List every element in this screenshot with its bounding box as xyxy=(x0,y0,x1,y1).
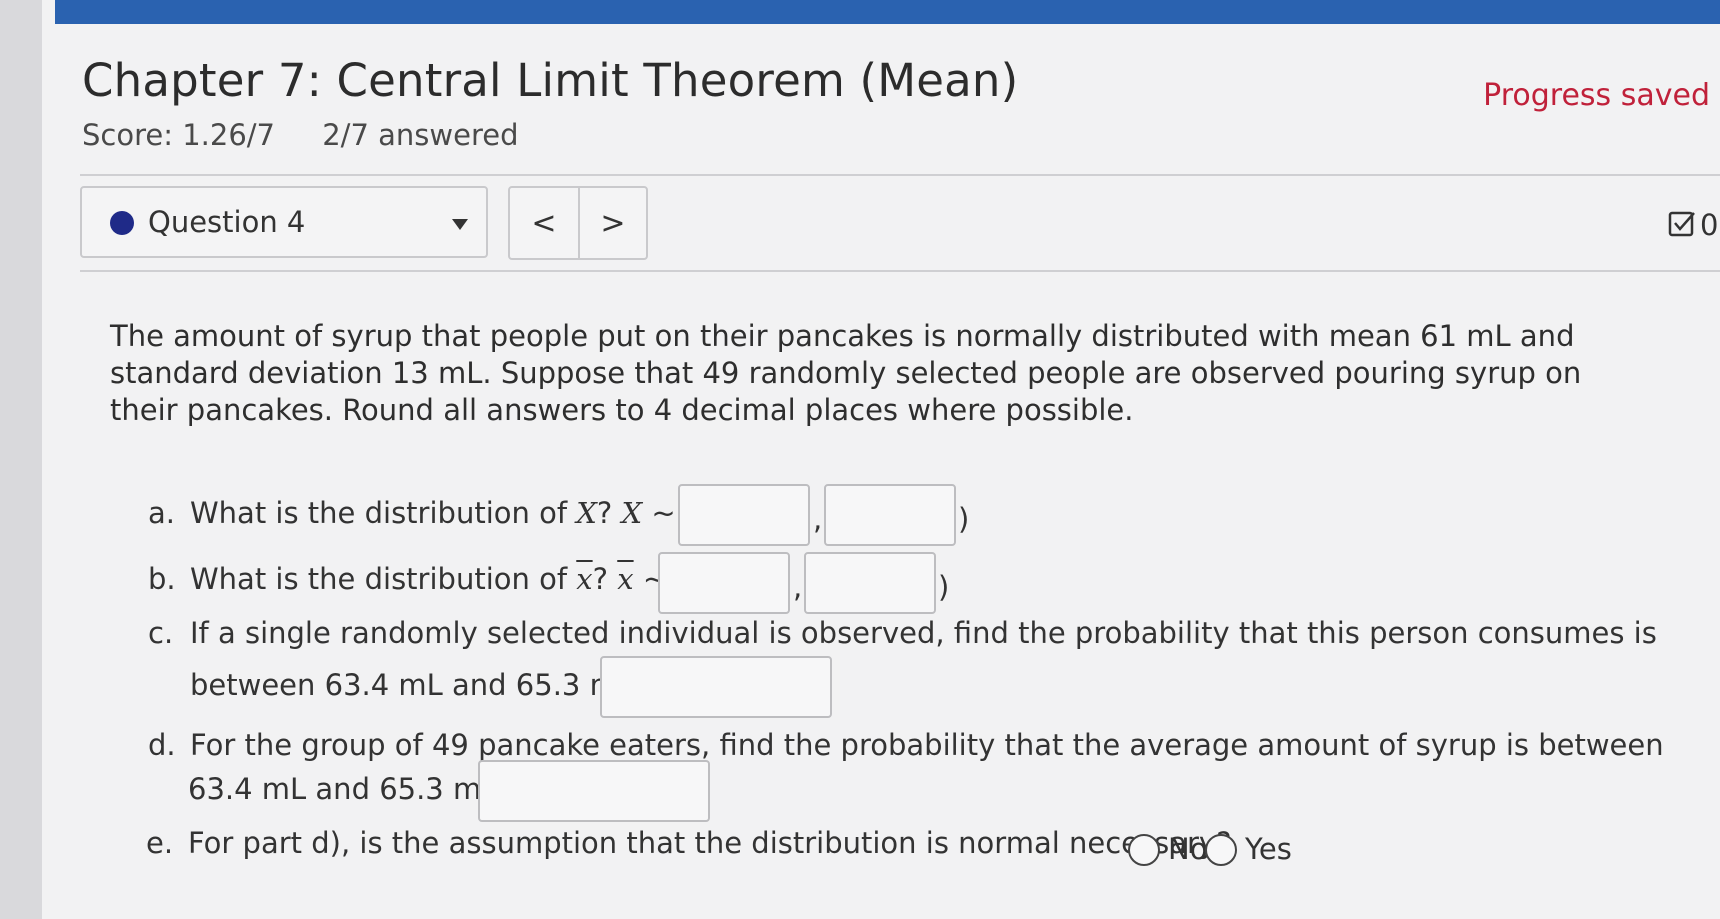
score-line: Score: 1.26/7 2/7 answered xyxy=(82,118,556,152)
part-b-var2-xbar: x xyxy=(617,562,634,596)
part-b-sd-input[interactable] xyxy=(804,552,936,614)
question-nav-buttons: < > xyxy=(508,186,648,260)
divider-top xyxy=(80,174,1720,176)
part-e-letter: e. xyxy=(146,826,174,860)
part-b-mean-input[interactable] xyxy=(658,552,790,614)
part-b-sd-field[interactable] xyxy=(806,554,934,612)
previous-question-button[interactable]: < xyxy=(510,188,580,258)
part-c: c. If a single randomly selected individu… xyxy=(148,616,1657,650)
part-c-answer-field[interactable] xyxy=(602,658,830,716)
chevron-right-icon: > xyxy=(600,205,626,241)
question-prompt: The amount of syrup that people put on t… xyxy=(110,319,1582,427)
part-b-text: What is the distribution of xyxy=(190,562,577,596)
next-question-button[interactable]: > xyxy=(579,188,647,258)
chevron-left-icon: < xyxy=(531,205,557,241)
part-d-line1: For the group of 49 pancake eaters, find… xyxy=(190,728,1664,762)
question-dropdown[interactable]: Question 4 xyxy=(80,186,488,258)
radio-no-label[interactable]: No xyxy=(1168,832,1207,866)
part-b: b.What is the distribution of x? x ~ N( xyxy=(148,562,709,596)
part-c-line1: If a single randomly selected individual… xyxy=(190,616,1657,650)
progress-status: Progress saved xyxy=(1483,78,1710,113)
part-d-letter: d. xyxy=(148,728,176,762)
divider-bottom xyxy=(80,270,1720,272)
part-e: e. For part d), is the assumption that th… xyxy=(146,826,1231,860)
radio-yes[interactable] xyxy=(1205,834,1237,866)
part-a-letter: a. xyxy=(148,496,175,530)
question-dropdown-label: Question 4 xyxy=(148,205,306,239)
answered-count: 2/7 answered xyxy=(322,118,519,152)
part-c-answer-input[interactable] xyxy=(600,656,832,718)
part-a-sd-field[interactable] xyxy=(826,486,954,544)
part-c-line2: between 63.4 mL and 65.3 mL. xyxy=(190,668,644,702)
radio-yes-label[interactable]: Yes xyxy=(1245,832,1292,866)
check-count: 0 xyxy=(1700,208,1719,242)
radio-no[interactable] xyxy=(1128,834,1160,866)
top-nav-bar xyxy=(55,0,1720,24)
part-a-comma: , xyxy=(813,502,823,536)
part-d-line2: 63.4 mL and 65.3 mL. xyxy=(188,772,507,806)
part-d-answer-field[interactable] xyxy=(480,762,708,820)
part-b-qmark: ? xyxy=(592,562,609,596)
part-a: a.What is the distribution of X? X ~ N( xyxy=(148,496,718,530)
part-a-var2: X xyxy=(621,496,643,530)
part-e-text: For part d), is the assumption that the … xyxy=(188,826,1232,860)
part-a-mean-field[interactable] xyxy=(680,486,808,544)
part-b-letter: b. xyxy=(148,562,176,596)
part-b-comma: , xyxy=(793,570,803,604)
part-b-close: ) xyxy=(938,570,950,604)
part-c-letter: c. xyxy=(148,616,174,650)
part-d: d. For the group of 49 pancake eaters, fi… xyxy=(148,728,1664,762)
score-text: Score: 1.26/7 xyxy=(82,118,276,152)
checkbox-check-icon[interactable] xyxy=(1668,210,1696,238)
part-a-sd-input[interactable] xyxy=(824,484,956,546)
part-a-mean-input[interactable] xyxy=(678,484,810,546)
caret-down-icon xyxy=(452,219,468,230)
question-status-dot-icon xyxy=(110,211,134,235)
part-a-close: ) xyxy=(958,502,970,536)
part-a-var: X xyxy=(576,496,597,530)
part-b-mean-field[interactable] xyxy=(660,554,788,612)
part-a-qmark: ? xyxy=(596,496,613,530)
page-title: Chapter 7: Central Limit Theorem (Mean) xyxy=(82,54,1019,107)
part-d-answer-input[interactable] xyxy=(478,760,710,822)
part-a-text: What is the distribution of xyxy=(190,496,577,530)
part-b-var-xbar: x xyxy=(576,562,593,596)
